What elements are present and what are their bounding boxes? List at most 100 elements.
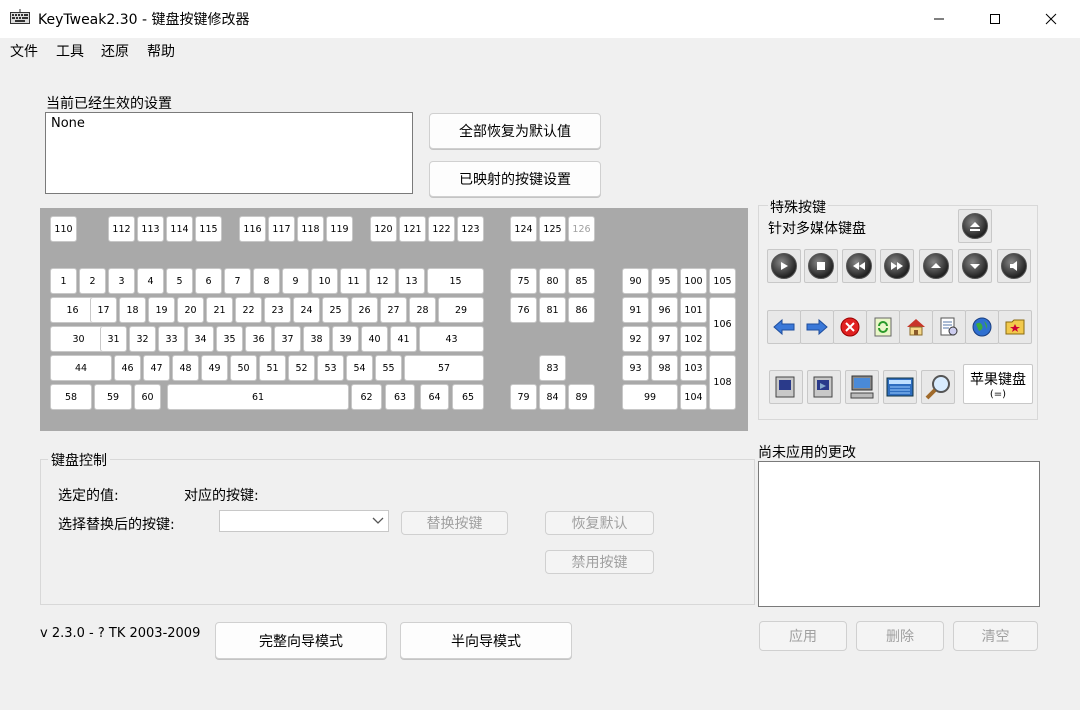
browser-favorites-key[interactable] — [998, 310, 1032, 344]
current-settings-list[interactable]: None — [45, 112, 413, 194]
key-20[interactable]: 20 — [177, 297, 204, 323]
key-79[interactable]: 79 — [510, 384, 537, 410]
key-49[interactable]: 49 — [201, 355, 228, 381]
key-119[interactable]: 119 — [326, 216, 353, 242]
key-118[interactable]: 118 — [297, 216, 324, 242]
key-54[interactable]: 54 — [346, 355, 373, 381]
key-6[interactable]: 6 — [195, 268, 222, 294]
key-51[interactable]: 51 — [259, 355, 286, 381]
key-5[interactable]: 5 — [166, 268, 193, 294]
key-96[interactable]: 96 — [651, 297, 678, 323]
key-39[interactable]: 39 — [332, 326, 359, 352]
clear-button[interactable]: 清空 — [953, 621, 1038, 651]
key-3[interactable]: 3 — [108, 268, 135, 294]
key-31[interactable]: 31 — [100, 326, 127, 352]
key-36[interactable]: 36 — [245, 326, 272, 352]
key-21[interactable]: 21 — [206, 297, 233, 323]
menu-help[interactable]: 帮助 — [147, 41, 175, 61]
browser-stop-key[interactable] — [833, 310, 867, 344]
key-117[interactable]: 117 — [268, 216, 295, 242]
browser-search-key[interactable] — [932, 310, 966, 344]
key-125[interactable]: 125 — [539, 216, 566, 242]
key-1[interactable]: 1 — [50, 268, 77, 294]
key-63[interactable]: 63 — [385, 384, 415, 410]
key-46[interactable]: 46 — [114, 355, 141, 381]
volume-down-key[interactable] — [958, 249, 992, 283]
delete-button[interactable]: 删除 — [856, 621, 944, 651]
key-2[interactable]: 2 — [79, 268, 106, 294]
key-32[interactable]: 32 — [129, 326, 156, 352]
minimize-button[interactable] — [916, 0, 962, 38]
key-84[interactable]: 84 — [539, 384, 566, 410]
magnifier-key[interactable] — [921, 370, 955, 404]
apply-button[interactable]: 应用 — [759, 621, 847, 651]
key-114[interactable]: 114 — [166, 216, 193, 242]
calculator-key[interactable] — [883, 370, 917, 404]
key-44[interactable]: 44 — [50, 355, 112, 381]
key-53[interactable]: 53 — [317, 355, 344, 381]
key-60[interactable]: 60 — [134, 384, 161, 410]
prev-track-key[interactable] — [842, 249, 876, 283]
key-59[interactable]: 59 — [94, 384, 132, 410]
key-65[interactable]: 65 — [452, 384, 484, 410]
key-9[interactable]: 9 — [282, 268, 309, 294]
key-75[interactable]: 75 — [510, 268, 537, 294]
key-86[interactable]: 86 — [568, 297, 595, 323]
restore-default-button[interactable]: 恢复默认 — [545, 511, 654, 535]
next-track-key[interactable] — [880, 249, 914, 283]
key-62[interactable]: 62 — [351, 384, 382, 410]
key-98[interactable]: 98 — [651, 355, 678, 381]
key-29[interactable]: 29 — [438, 297, 484, 323]
key-124[interactable]: 124 — [510, 216, 537, 242]
key-102[interactable]: 102 — [680, 326, 707, 352]
key-24[interactable]: 24 — [293, 297, 320, 323]
key-122[interactable]: 122 — [428, 216, 455, 242]
full-wizard-button[interactable]: 完整向导模式 — [215, 622, 387, 659]
key-15[interactable]: 15 — [427, 268, 484, 294]
key-55[interactable]: 55 — [375, 355, 402, 381]
key-43[interactable]: 43 — [419, 326, 484, 352]
key-90[interactable]: 90 — [622, 268, 649, 294]
key-13[interactable]: 13 — [398, 268, 425, 294]
key-85[interactable]: 85 — [568, 268, 595, 294]
key-58[interactable]: 58 — [50, 384, 92, 410]
browser-globe-key[interactable] — [965, 310, 999, 344]
key-4[interactable]: 4 — [137, 268, 164, 294]
key-37[interactable]: 37 — [274, 326, 301, 352]
sleep-key[interactable] — [769, 370, 803, 404]
menu-tools[interactable]: 工具 — [56, 41, 84, 61]
maximize-button[interactable] — [972, 0, 1018, 38]
key-17[interactable]: 17 — [90, 297, 117, 323]
browser-refresh-key[interactable] — [866, 310, 900, 344]
key-106[interactable]: 106 — [709, 297, 736, 352]
key-12[interactable]: 12 — [369, 268, 396, 294]
key-33[interactable]: 33 — [158, 326, 185, 352]
key-108[interactable]: 108 — [709, 355, 736, 410]
disable-key-button[interactable]: 禁用按键 — [545, 550, 654, 574]
key-99[interactable]: 99 — [622, 384, 678, 410]
browser-forward-key[interactable] — [800, 310, 834, 344]
key-120[interactable]: 120 — [370, 216, 397, 242]
key-126[interactable]: 126 — [568, 216, 595, 242]
key-7[interactable]: 7 — [224, 268, 251, 294]
key-34[interactable]: 34 — [187, 326, 214, 352]
key-26[interactable]: 26 — [351, 297, 378, 323]
key-52[interactable]: 52 — [288, 355, 315, 381]
play-key[interactable] — [767, 249, 801, 283]
key-76[interactable]: 76 — [510, 297, 537, 323]
key-41[interactable]: 41 — [390, 326, 417, 352]
key-8[interactable]: 8 — [253, 268, 280, 294]
key-110[interactable]: 110 — [50, 216, 77, 242]
key-57[interactable]: 57 — [404, 355, 484, 381]
mapped-keys-button[interactable]: 已映射的按键设置 — [429, 161, 601, 197]
apple-keyboard-key[interactable]: 苹果键盘 (=) — [963, 364, 1033, 404]
key-38[interactable]: 38 — [303, 326, 330, 352]
key-104[interactable]: 104 — [680, 384, 707, 410]
key-64[interactable]: 64 — [420, 384, 449, 410]
key-121[interactable]: 121 — [399, 216, 426, 242]
remap-button[interactable]: 替换按键 — [401, 511, 508, 535]
key-18[interactable]: 18 — [119, 297, 146, 323]
key-28[interactable]: 28 — [409, 297, 436, 323]
key-101[interactable]: 101 — [680, 297, 707, 323]
key-91[interactable]: 91 — [622, 297, 649, 323]
